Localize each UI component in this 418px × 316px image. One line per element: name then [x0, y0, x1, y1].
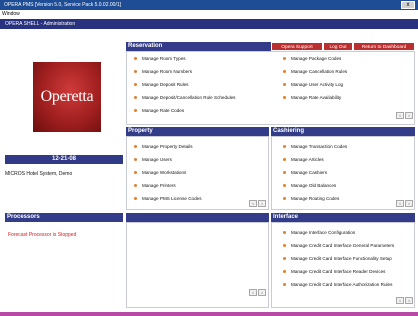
link-manage-transaction-codes[interactable]: Manage Transaction Codes — [283, 144, 347, 150]
interface-next-button[interactable]: > — [405, 297, 413, 304]
bullet-icon — [283, 230, 286, 234]
reservation-header: Reservation — [126, 42, 271, 51]
processors-header: Processors — [5, 213, 123, 222]
link-manage-articles[interactable]: Manage Articles — [283, 157, 324, 163]
link-manage-routing-codes[interactable]: Manage Routing Codes — [283, 196, 339, 202]
property-prev-button[interactable]: < — [249, 200, 257, 207]
bullet-icon — [134, 170, 137, 174]
link-manage-cashiers[interactable]: Manage Cashiers — [283, 170, 327, 176]
reservation-prev-button[interactable]: < — [396, 112, 404, 119]
menu-bar: Window — [0, 10, 418, 19]
opera-support-button[interactable]: Opera Support — [271, 42, 323, 51]
link-manage-user-activity-log[interactable]: Manage User Activity Log — [283, 82, 343, 88]
logo-panel: Operetta — [5, 42, 123, 152]
bullet-icon — [283, 170, 286, 174]
bullet-icon — [134, 82, 137, 86]
bullet-icon — [283, 82, 286, 86]
system-name: MICROS Hotel System, Demo — [5, 171, 73, 177]
window-titlebar: OPERA PMS [Version 5.0, Service Pack 5.0… — [0, 0, 418, 10]
link-manage-printers[interactable]: Manage Printers — [134, 183, 176, 189]
bullet-icon — [283, 243, 286, 247]
link-manage-old-balances[interactable]: Manage Old Balances — [283, 183, 336, 189]
bullet-icon — [283, 69, 286, 73]
menu-window[interactable]: Window — [2, 11, 20, 17]
bullet-icon — [134, 95, 137, 99]
link-manage-property-details[interactable]: Manage Property Details — [134, 144, 193, 150]
link-manage-users[interactable]: Manage Users — [134, 157, 172, 163]
link-manage-cancellation-rules[interactable]: Manage Cancellation Rules — [283, 69, 347, 75]
link-manage-deposit-cancellation-schedules[interactable]: Manage Deposit/Cancellation Rule Schedul… — [134, 95, 235, 101]
log-out-button[interactable]: Log Out — [323, 42, 353, 51]
interface-prev-button[interactable]: < — [396, 297, 404, 304]
link-manage-package-codes[interactable]: Manage Package Codes — [283, 56, 341, 62]
bullet-icon — [283, 157, 286, 161]
bullet-icon — [283, 56, 286, 60]
link-manage-cc-functionality-setup[interactable]: Manage Credit Card Interface Functionali… — [283, 256, 392, 262]
close-window-icon[interactable]: x — [401, 1, 415, 9]
link-manage-rate-codes[interactable]: Manage Rate Codes — [134, 108, 184, 114]
bullet-icon — [134, 157, 137, 161]
cashiering-header: Cashiering — [271, 127, 415, 136]
property-header: Property — [126, 127, 269, 136]
link-manage-cc-reader-devices[interactable]: Manage Credit Card Interface Reader Devi… — [283, 269, 385, 275]
link-manage-room-types[interactable]: Manage Room Types — [134, 56, 186, 62]
bullet-icon — [283, 183, 286, 187]
blank-next-button[interactable]: > — [258, 289, 266, 296]
link-manage-cc-general-parameters[interactable]: Manage Credit Card Interface General Par… — [283, 243, 394, 249]
module-title: OPERA SHELL - Administration — [5, 21, 76, 27]
bullet-icon — [283, 256, 286, 260]
processor-status-message: Forecast Processor is Stopped — [8, 232, 77, 238]
bullet-icon — [134, 69, 137, 73]
bullet-icon — [283, 95, 286, 99]
bullet-icon — [134, 56, 137, 60]
operetta-logo: Operetta — [33, 62, 101, 132]
bullet-icon — [134, 196, 137, 200]
bullet-icon — [134, 108, 137, 112]
link-manage-room-numbers[interactable]: Manage Room Numbers — [134, 69, 192, 75]
bullet-icon — [134, 144, 137, 148]
opera-pms-window: OPERA PMS [Version 5.0, Service Pack 5.0… — [0, 0, 418, 316]
window-title: OPERA PMS [Version 5.0, Service Pack 5.0… — [4, 2, 122, 8]
bullet-icon — [283, 196, 286, 200]
link-manage-rate-availability[interactable]: Manage Rate Availability — [283, 95, 341, 101]
cashiering-next-button[interactable]: > — [405, 200, 413, 207]
link-manage-interface-configuration[interactable]: Manage Interface Configuration — [283, 230, 355, 236]
interface-header: Interface — [271, 213, 415, 222]
cashiering-prev-button[interactable]: < — [396, 200, 404, 207]
bullet-icon — [283, 282, 286, 286]
reservation-next-button[interactable]: > — [405, 112, 413, 119]
bullet-icon — [134, 183, 137, 187]
blank-section-header — [126, 213, 269, 222]
bullet-icon — [283, 144, 286, 148]
blank-section-panel — [126, 222, 269, 308]
link-manage-deposit-rules[interactable]: Manage Deposit Rules — [134, 82, 188, 88]
bullet-icon — [283, 269, 286, 273]
module-bar: OPERA SHELL - Administration — [0, 19, 418, 29]
link-manage-pms-license-codes[interactable]: Manage PMS License Codes — [134, 196, 202, 202]
link-manage-workstations[interactable]: Manage Workstations — [134, 170, 186, 176]
property-next-button[interactable]: > — [258, 200, 266, 207]
link-manage-cc-authorization-rules[interactable]: Manage Credit Card Interface Authorizati… — [283, 282, 392, 288]
footer-bar — [0, 312, 418, 316]
business-date: 12-21-08 — [5, 155, 123, 164]
blank-prev-button[interactable]: < — [249, 289, 257, 296]
return-to-dashboard-button[interactable]: Return to Dashboard — [353, 42, 415, 51]
